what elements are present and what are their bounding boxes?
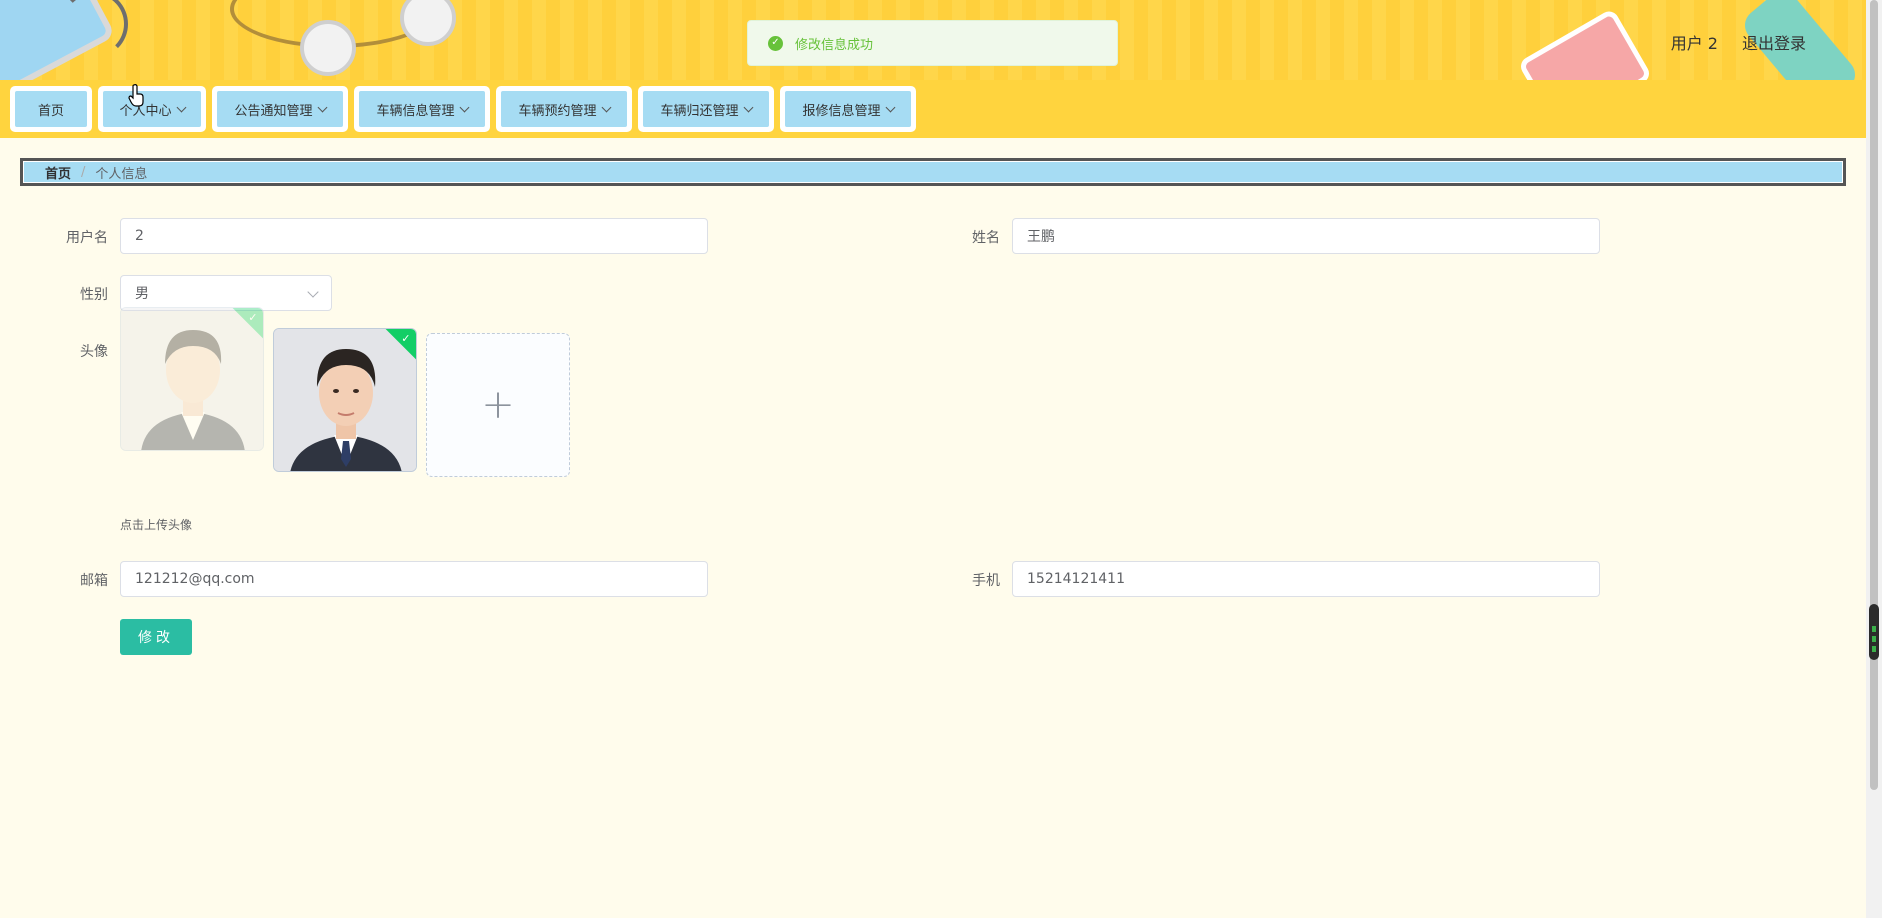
nav-item-repair-info[interactable]: 报修信息管理 bbox=[780, 86, 916, 132]
nav-label: 车辆归还管理 bbox=[660, 103, 739, 119]
portrait-image bbox=[121, 308, 263, 450]
nav-label: 首页 bbox=[37, 103, 64, 119]
nav-item-notice-management[interactable]: 公告通知管理 bbox=[212, 86, 348, 132]
scroll-indicator bbox=[1869, 604, 1879, 660]
chevron-down-icon bbox=[459, 102, 469, 112]
gender-label: 性别 bbox=[80, 287, 108, 303]
update-button[interactable]: 修改 bbox=[120, 619, 192, 655]
gender-value: 男 bbox=[135, 286, 149, 302]
scrollbar-thumb[interactable] bbox=[1870, 0, 1878, 790]
breadcrumb-home[interactable]: 首页 bbox=[45, 163, 71, 182]
avatar-upload-button[interactable]: + bbox=[426, 333, 570, 477]
email-field[interactable]: 121212@qq.com bbox=[120, 561, 708, 597]
hand-cursor-icon bbox=[128, 84, 144, 107]
name-field[interactable]: 王鹏 bbox=[1012, 218, 1600, 254]
username-value: 2 bbox=[135, 228, 144, 244]
nav-item-vehicle-info[interactable]: 车辆信息管理 bbox=[354, 86, 490, 132]
nav-label: 车辆信息管理 bbox=[376, 103, 455, 119]
breadcrumb-current: 个人信息 bbox=[95, 166, 148, 182]
phone-value: 15214121411 bbox=[1027, 571, 1125, 587]
success-check-icon: ✓ bbox=[768, 35, 783, 51]
current-user-label: 用户 2 bbox=[1670, 34, 1718, 53]
chevron-down-icon bbox=[601, 102, 611, 112]
avatar-upload-tip: 点击上传头像 bbox=[120, 518, 193, 532]
nav-item-home[interactable]: 首页 bbox=[10, 86, 92, 132]
plus-icon: + bbox=[481, 382, 515, 428]
name-label: 姓名 bbox=[972, 230, 1000, 246]
breadcrumb: 首页 / 个人信息 bbox=[20, 158, 1846, 186]
breadcrumb-separator: / bbox=[81, 164, 86, 180]
earphone-decoration bbox=[300, 20, 356, 76]
nav-label: 车辆预约管理 bbox=[518, 103, 597, 119]
gender-select[interactable]: 男 bbox=[120, 275, 332, 311]
success-toast: ✓ 修改信息成功 bbox=[747, 20, 1118, 66]
chevron-down-icon bbox=[307, 286, 319, 298]
avatar-preview[interactable]: ✓ bbox=[273, 328, 417, 472]
nav-item-vehicle-booking[interactable]: 车辆预约管理 bbox=[496, 86, 632, 132]
email-label: 邮箱 bbox=[80, 573, 108, 589]
nav-label: 报修信息管理 bbox=[802, 103, 881, 119]
main-nav: 首页 个人中心 公告通知管理 车辆信息管理 车辆预约管理 车辆归还管理 报修信息… bbox=[0, 80, 1866, 138]
eraser-decoration bbox=[1517, 7, 1653, 80]
avatar-label: 头像 bbox=[80, 344, 108, 360]
username-label: 用户名 bbox=[66, 230, 108, 246]
username-field[interactable]: 2 bbox=[120, 218, 708, 254]
name-value: 王鹏 bbox=[1027, 229, 1055, 245]
header-user-area: 用户 2 退出登录 bbox=[1671, 30, 1806, 54]
vertical-scrollbar[interactable] bbox=[1866, 0, 1882, 918]
earphone-decoration bbox=[400, 0, 456, 46]
phone-label: 手机 bbox=[972, 573, 1000, 589]
nav-label: 公告通知管理 bbox=[234, 103, 313, 119]
logout-link[interactable]: 退出登录 bbox=[1742, 30, 1806, 54]
nav-item-personal-center[interactable]: 个人中心 bbox=[98, 86, 206, 132]
chevron-down-icon bbox=[176, 102, 186, 112]
email-value: 121212@qq.com bbox=[135, 571, 255, 587]
toast-message: 修改信息成功 bbox=[795, 37, 874, 53]
chevron-down-icon bbox=[317, 102, 327, 112]
nav-item-vehicle-return[interactable]: 车辆归还管理 bbox=[638, 86, 774, 132]
avatar-preview-faded[interactable]: ✓ bbox=[120, 307, 264, 451]
portrait-image bbox=[274, 329, 416, 471]
phone-field[interactable]: 15214121411 bbox=[1012, 561, 1600, 597]
chevron-down-icon bbox=[885, 102, 895, 112]
chevron-down-icon bbox=[743, 102, 753, 112]
